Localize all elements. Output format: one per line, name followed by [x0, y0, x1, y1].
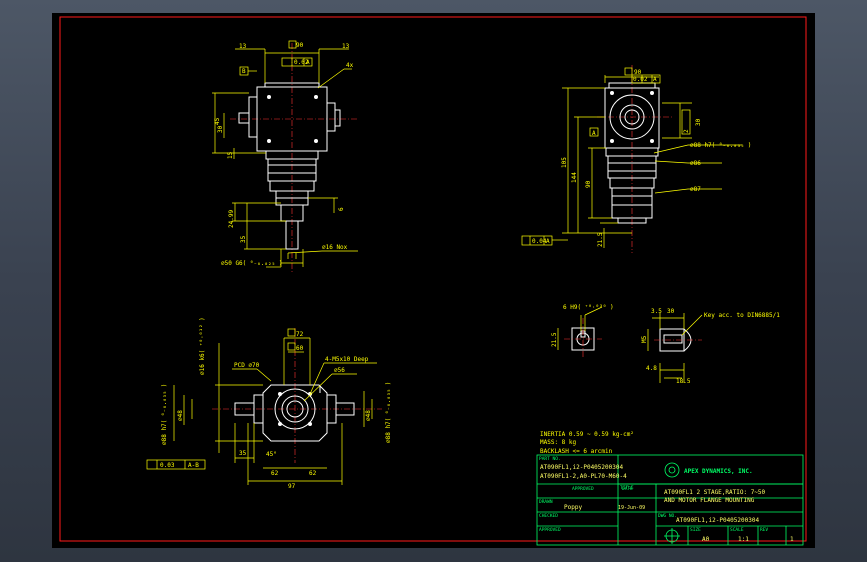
front-dim-13b: 13 [342, 43, 350, 50]
front-view: 13 13 90 0.02 A B 4x 45 30 15 24.99 35 6… [212, 40, 358, 273]
key-b-dim-30: 30 [667, 308, 675, 315]
side-gdt-datum: A [653, 76, 657, 83]
side-dim-88: ⌀88 h7( ⁰₋₀.₀₃₅ ) [690, 142, 751, 149]
front-dim-15: 15 [227, 151, 234, 159]
front-dim-45: 45 [214, 117, 221, 125]
tb-checked-header: CHECKED [539, 513, 558, 519]
bottom-dim-right-88: ⌀88 h7( ⁰₋₀.₀₃₅ ) [385, 382, 392, 443]
front-dim-4x: 4x [346, 62, 354, 69]
side-dim-top: 90 [634, 69, 642, 76]
tb-part-1: AT090FL1,i2-P0405200304 [540, 464, 623, 471]
front-dim-30: 30 [217, 125, 224, 133]
tb-scale: 1:1 [738, 536, 749, 543]
note-backlash: BACKLASH <= 6 arcmin [540, 448, 613, 455]
front-dim-top: 90 [296, 42, 304, 49]
bottom-dim-62a: 62 [271, 470, 279, 477]
tb-drawn: Poppy [564, 504, 582, 511]
tb-rev: 1 [790, 536, 794, 543]
note-inertia: INERTIA 0.59 ~ 0.59 kg-cm² [540, 431, 634, 438]
side-dim-215: 21.5 [597, 232, 604, 247]
side-dim-2: 2 [683, 129, 690, 133]
side-gdt-value: 0.02 [633, 76, 648, 83]
tb-date: 19-Jun-09 [618, 505, 645, 511]
tb-part-2: AT090FL1-2,A0-PL70-M60-4 [540, 473, 627, 480]
bottom-dim-vertical: ⌀16 k6( ⁺⁰·⁰¹² ) [199, 317, 206, 375]
tb-size: A0 [702, 536, 710, 543]
key-note: Key acc. to DIN6885/1 [704, 312, 780, 319]
bottom-dim-72: 72 [296, 331, 304, 338]
side-dim-90: 90 [585, 180, 592, 188]
front-datum-b: B [242, 68, 246, 75]
key-b-dim-m5: M5 [641, 335, 648, 343]
front-gdt-datum: A [306, 59, 310, 66]
key-a-dim: 21.5 [551, 332, 558, 347]
key-b-dim-35: 3.5 [651, 308, 662, 315]
side-dim-86: ⌀86 [690, 160, 701, 167]
notes: INERTIA 0.59 ~ 0.59 kg-cm² MASS: 8 kg BA… [540, 431, 634, 455]
tb-dwg-header: DWG NO. [658, 513, 677, 519]
cad-drawing: .g{stroke:#fff;fill:none;stroke-width:1;… [59, 16, 807, 546]
side-dim-30: 30 [695, 118, 702, 126]
bottom-dim-45deg: 45° [266, 451, 277, 458]
bottom-dim-left-88: ⌀88 h7( ⁰₋₀.₀₃₅ ) [161, 384, 168, 445]
bottom-dim-56: ⌀56 [334, 367, 345, 374]
front-dim-13a: 13 [239, 43, 247, 50]
front-dim-flange: ⌀50 G6( ⁰₋₀.₀₂₅ ) [221, 260, 282, 267]
front-dim-6: 6 [338, 207, 345, 211]
front-dim-35: 35 [240, 235, 247, 243]
bottom-view: 72 60 PCD ⌀70 4-M5x10 Deep ⌀56 ⌀16 k6( ⁺… [146, 317, 392, 490]
note-mass: MASS: 8 kg [540, 439, 577, 446]
tb-size-header: SIZE [690, 527, 701, 533]
side-dim-87: ⌀87 [690, 186, 701, 193]
bottom-dim-60: 60 [296, 345, 304, 352]
title-block: PART NO. AT090FL1,i2-P0405200304 AT090FL… [536, 454, 804, 546]
tb-title-line1: AT090FL1 2 STAGE,RATIO: 7~50 [664, 489, 766, 496]
key-detail-a: 6 H9( ⁺⁰·⁰³⁰ ) 21.5 [551, 304, 614, 358]
tb-dwg: AT090FL1,i2-P0405200304 [676, 517, 759, 524]
bottom-dim-right-48: ⌀48 [365, 410, 372, 421]
side-gdt-bottom: 0.04 [532, 238, 547, 245]
side-gdt-bottom-datum: A [546, 238, 550, 245]
key-detail-b: 3.5 30 M5 4.8 18.5 Key acc. to DIN6885/1 [641, 308, 780, 385]
bottom-dim-97: 97 [288, 483, 296, 490]
side-dim-105: 105 [561, 157, 568, 168]
tb-part-no-header: PART NO. [539, 456, 561, 462]
tb-title-header: TITLE [620, 485, 634, 491]
drawing-sheet: .g{stroke:#fff;fill:none;stroke-width:1;… [52, 13, 815, 548]
bottom-dim-left-48: ⌀48 [177, 410, 184, 421]
tb-title-line2: AND MOTOR FLANGE MOUNTING [664, 497, 755, 504]
bottom-dim-62b: 62 [309, 470, 317, 477]
bottom-holes: 4-M5x10 Deep [325, 356, 369, 363]
tb-drawn-header: DRAWN [539, 499, 553, 505]
tb-scale-header: SCALE [730, 527, 744, 533]
tb-approved2-header: APPROVED [539, 527, 561, 533]
bottom-gdt-value: 0.03 [160, 462, 175, 469]
bottom-gdt-datum: A-B [188, 462, 199, 469]
key-b-dim-185: 18.5 [676, 378, 691, 385]
key-b-dim-48: 4.8 [646, 365, 657, 372]
side-dim-144: 144 [571, 172, 578, 183]
side-view: 90 0.02 A 2 30 A 105 144 90 21.5 ⌀88 h7(… [521, 65, 751, 253]
bottom-dim-35: 35 [239, 450, 247, 457]
front-dim-shaft: ⌀16 Nox [322, 244, 348, 251]
tb-rev-header: REV [760, 527, 768, 533]
front-dim-24: 24.99 [228, 210, 235, 228]
key-a-label: 6 H9( ⁺⁰·⁰³⁰ ) [563, 304, 614, 311]
tb-company: APEX DYNAMICS, INC. [684, 468, 753, 475]
side-datum-a: A [592, 130, 596, 137]
tb-approved-header: APPROVED [572, 486, 594, 492]
bottom-pcd: PCD ⌀70 [234, 362, 260, 369]
